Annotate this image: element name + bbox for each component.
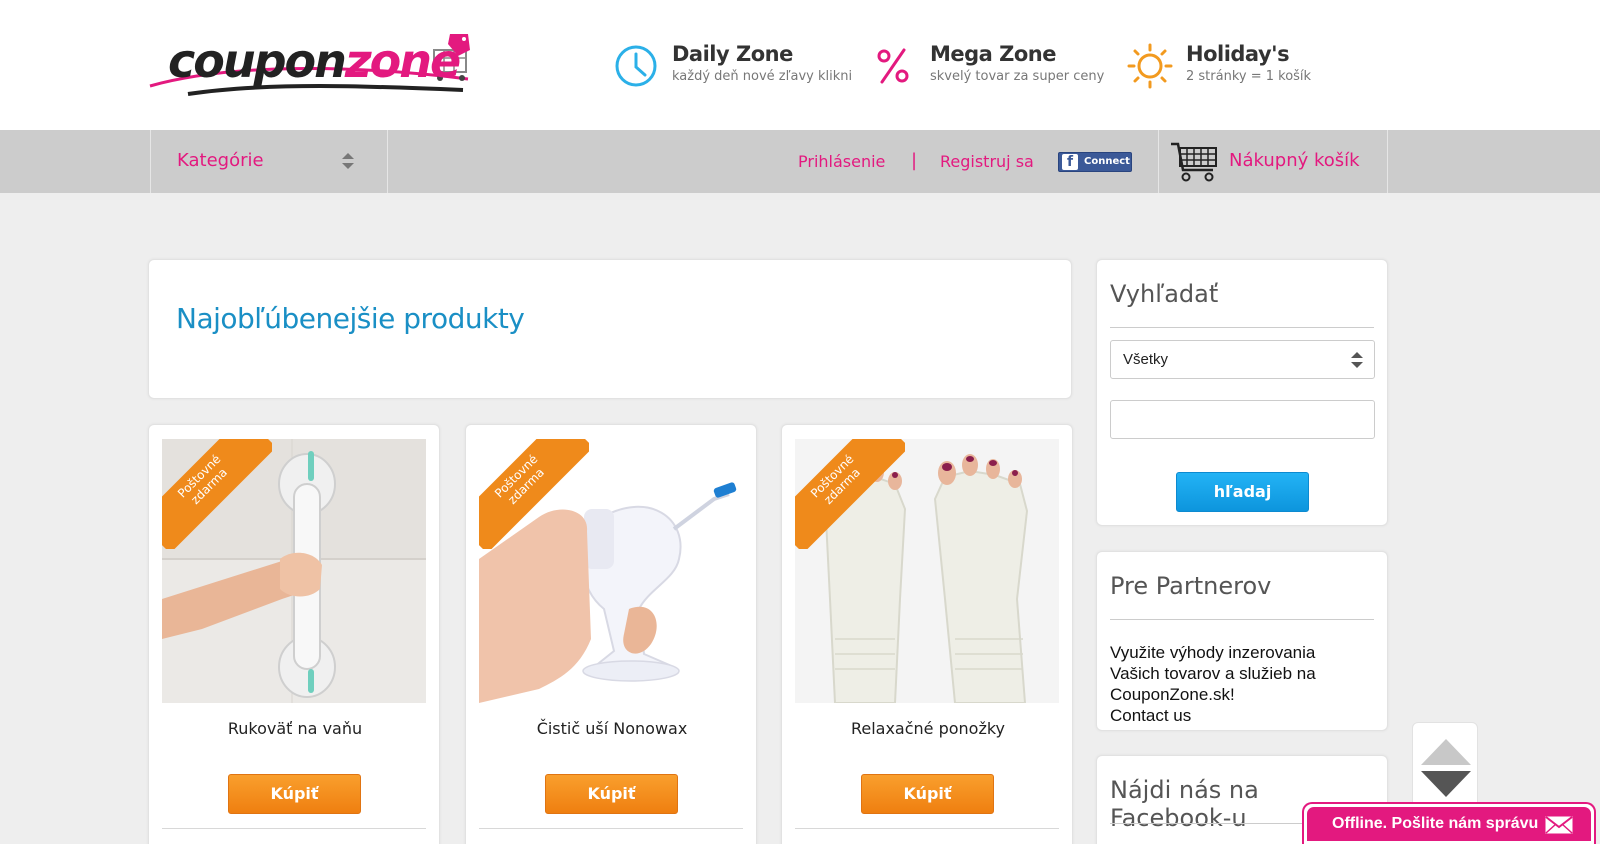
product-card: Poštovné zdarma Rukoväť na vaňu Kúpiť — [148, 424, 440, 844]
partners-text-line: Vašich tovarov a služieb na — [1110, 664, 1316, 683]
scroll-controls — [1412, 722, 1478, 814]
sort-arrows-icon — [342, 153, 354, 169]
product-card: Poštovné zdarma Relaxačné ponožky Kúpiť — [781, 424, 1073, 844]
daily-zone-subtitle: každý deň nové zľavy klikni — [672, 69, 853, 84]
facebook-connect-label: Connect — [1084, 156, 1130, 167]
buy-button[interactable]: Kúpiť — [861, 774, 994, 814]
free-shipping-ribbon: Poštovné zdarma — [162, 439, 272, 549]
search-panel-divider — [1110, 327, 1374, 328]
free-shipping-ribbon: Poštovné zdarma — [795, 439, 905, 549]
offline-chat-tab[interactable]: Offline. Pošlite nám správu — [1302, 802, 1596, 844]
facebook-connect-button[interactable]: f Connect — [1058, 152, 1132, 172]
buy-button[interactable]: Kúpiť — [545, 774, 678, 814]
envelope-icon — [1545, 816, 1573, 834]
offline-chat-label: Offline. Pošlite nám správu — [1332, 815, 1539, 832]
holiday-zone-title: Holiday's — [1186, 42, 1290, 66]
product-divider — [479, 828, 743, 829]
categories-dropdown[interactable]: Kategórie — [150, 130, 388, 193]
categories-label: Kategórie — [177, 150, 264, 171]
scroll-down-arrow-icon[interactable] — [1419, 769, 1473, 799]
daily-zone-title: Daily Zone — [672, 42, 793, 66]
partners-panel-divider — [1110, 619, 1374, 620]
mega-zone-subtitle: skvelý tovar za super ceny — [930, 69, 1105, 84]
free-shipping-ribbon-text: Poštovné zdarma — [479, 439, 589, 549]
register-link[interactable]: Registruj sa — [940, 152, 1034, 171]
free-shipping-ribbon: Poštovné zdarma — [479, 439, 589, 549]
product-image[interactable]: Poštovné zdarma — [479, 439, 743, 703]
search-panel-title: Vyhľadať — [1110, 280, 1219, 308]
shopping-cart-link[interactable]: Nákupný košík — [1158, 130, 1388, 193]
daily-zone-link[interactable]: Daily Zone každý deň nové zľavy klikni — [612, 42, 872, 90]
cart-icon — [1171, 142, 1217, 182]
partners-text-line: CouponZone.sk! — [1110, 685, 1235, 704]
holiday-zone-subtitle: 2 stránky = 1 košík — [1186, 69, 1312, 84]
free-shipping-ribbon-text: Poštovné zdarma — [162, 439, 272, 549]
partners-panel: Pre Partnerov Využite výhody inzerovania… — [1096, 551, 1388, 731]
scroll-up-arrow-icon[interactable] — [1419, 737, 1473, 767]
site-header: couponzone Daily Zone každý deň nové zľa… — [0, 0, 1600, 130]
search-button[interactable]: hľadaj — [1176, 472, 1309, 512]
main-navbar: Kategórie Prihlásenie | Registruj sa f C… — [0, 130, 1600, 193]
offline-chat-inner: Offline. Pošlite nám správu — [1307, 807, 1591, 841]
category-select-value: Všetky — [1123, 351, 1169, 368]
logo-text-coupon: coupon — [168, 34, 347, 88]
page-title: Najobľúbenejšie produkty — [176, 302, 525, 335]
clock-icon — [615, 45, 657, 87]
site-logo[interactable]: couponzone — [148, 24, 483, 104]
login-link[interactable]: Prihlásenie — [798, 152, 885, 171]
holiday-zone-link[interactable]: Holiday's 2 stránky = 1 košík — [1126, 42, 1366, 90]
free-shipping-ribbon-text: Poštovné zdarma — [795, 439, 905, 549]
partners-panel-title: Pre Partnerov — [1110, 572, 1272, 600]
nav-separator: | — [911, 150, 918, 171]
page-title-panel: Najobľúbenejšie produkty — [148, 259, 1072, 399]
buy-button[interactable]: Kúpiť — [228, 774, 361, 814]
product-name[interactable]: Rukoväť na vaňu — [149, 719, 441, 738]
partners-text-line: Využite výhody inzerovania — [1110, 643, 1316, 662]
cart-label: Nákupný košík — [1229, 150, 1360, 171]
facebook-icon: f — [1062, 154, 1078, 170]
select-arrows-icon — [1351, 352, 1363, 368]
sun-icon — [1127, 43, 1173, 89]
mega-zone-title: Mega Zone — [930, 42, 1057, 66]
product-image[interactable]: Poštovné zdarma — [162, 439, 426, 703]
mega-zone-link[interactable]: Mega Zone skvelý tovar za super ceny — [870, 42, 1110, 90]
logo-text-zone: zone — [344, 34, 461, 88]
logo-text: couponzone — [168, 34, 461, 88]
search-input[interactable] — [1110, 400, 1375, 439]
percent-icon — [877, 48, 909, 84]
product-divider — [162, 828, 426, 829]
search-panel: Vyhľadať Všetky hľadaj — [1096, 259, 1388, 526]
product-name[interactable]: Čistič uší Nonowax — [466, 719, 758, 738]
category-select[interactable]: Všetky — [1110, 340, 1375, 379]
product-name[interactable]: Relaxačné ponožky — [782, 719, 1074, 738]
product-divider — [795, 828, 1059, 829]
partners-text: Využite výhody inzerovania Vašich tovaro… — [1110, 642, 1380, 726]
contact-us-link[interactable]: Contact us — [1110, 705, 1380, 726]
product-card: Poštovné zdarma Čistič uší Nonowax Kúpiť — [465, 424, 757, 844]
product-image[interactable]: Poštovné zdarma — [795, 439, 1059, 703]
